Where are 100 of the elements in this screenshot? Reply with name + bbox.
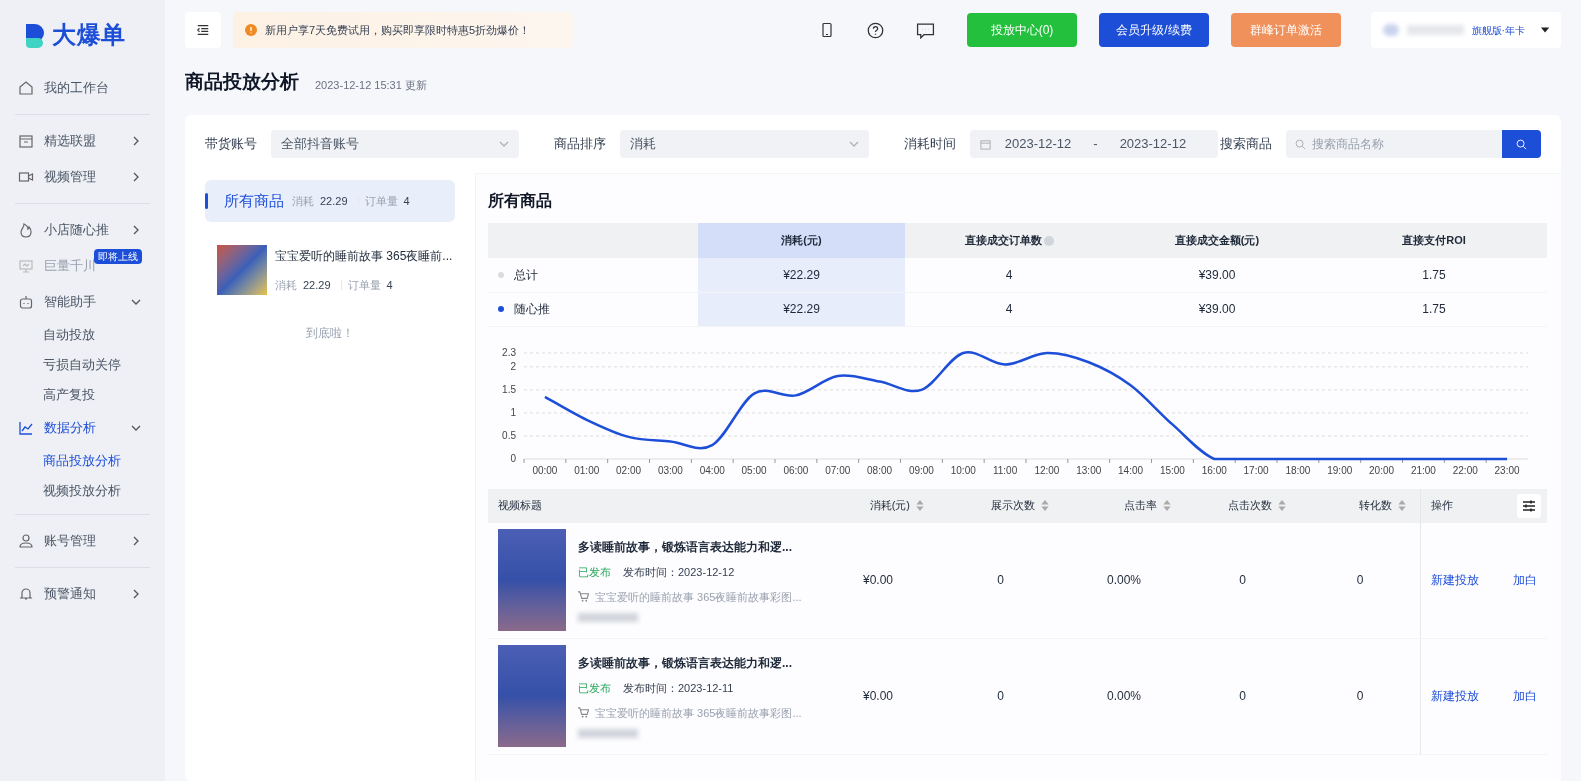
- caret-icon: [1540, 27, 1549, 33]
- video-title: 多读睡前故事，锻炼语言表达能力和逻...: [578, 655, 793, 672]
- date-range-field[interactable]: 2023-12-12 - 2023-12-12: [969, 130, 1219, 158]
- blurred-text: [578, 613, 638, 622]
- axis-tick-label: 1: [510, 406, 516, 418]
- product-title: 宝宝爱听的睡前故事 365夜睡前...: [275, 247, 453, 265]
- select-field[interactable]: 消耗: [620, 130, 869, 158]
- column-header: 展示次数: [991, 498, 1035, 514]
- stat-label: 订单量: [347, 277, 381, 293]
- phone-icon[interactable]: [819, 22, 835, 38]
- axis-tick-label: 03:00: [657, 464, 683, 476]
- action-link[interactable]: 新建投放: [1431, 687, 1479, 705]
- photo-placeholder: [217, 245, 267, 295]
- menu-item[interactable]: 视频管理: [0, 159, 165, 195]
- axis-tick-label: 1.5: [502, 383, 516, 395]
- submenu-item[interactable]: 自动投放: [0, 320, 165, 350]
- axis-tick-label: 18:00: [1285, 464, 1311, 476]
- stat-value: 4: [403, 193, 410, 209]
- search-field[interactable]: 搜索商品名称: [1286, 130, 1502, 158]
- axis-tick-label: 2.3: [502, 346, 516, 358]
- axis-tick-label: 17:00: [1243, 464, 1269, 476]
- menu-item[interactable]: 精选联盟: [0, 123, 165, 159]
- chevron-right-icon: [131, 136, 141, 146]
- help-icon[interactable]: [867, 21, 884, 39]
- menu-item[interactable]: 小店随心推: [0, 212, 165, 248]
- column-header: 视频标题: [498, 498, 542, 514]
- filter-label: 带货账号: [205, 135, 257, 154]
- axis-tick-label: 00:00: [532, 464, 558, 476]
- stat-value: 4: [386, 277, 393, 293]
- select-field[interactable]: 全部抖音账号: [271, 130, 520, 158]
- product-list-item[interactable]: 所有商品 消耗 22.29 订单量 4: [205, 180, 455, 222]
- status-text: 已发布: [578, 681, 611, 696]
- table-cell-text: 0: [1238, 688, 1247, 705]
- action-link[interactable]: 新建投放: [1431, 571, 1479, 589]
- column-header: 消耗(元): [869, 498, 910, 514]
- chat-icon[interactable]: [916, 21, 935, 39]
- menu-item[interactable]: 数据分析: [0, 410, 165, 446]
- header-button[interactable]: 会员升级/续费: [1099, 13, 1209, 47]
- end-of-list-text: 到底啦！: [305, 325, 355, 342]
- axis-tick-label: 04:00: [699, 464, 725, 476]
- table-cell: 1.75: [1321, 258, 1547, 292]
- flame-icon: [18, 222, 34, 238]
- home-icon: [18, 80, 34, 96]
- table-cell-text: ¥0.00: [862, 688, 894, 705]
- filter-label: 搜索商品: [1220, 135, 1272, 154]
- chevron-down-icon: [499, 139, 510, 149]
- axis-tick-label: 05:00: [741, 464, 767, 476]
- table-cell-text: 0: [996, 572, 1005, 589]
- row-label: 总计: [514, 266, 538, 284]
- product-name: 宝宝爱听的睡前故事 365夜睡前故事彩图...: [595, 589, 802, 605]
- axis-tick-label: 02:00: [616, 464, 642, 476]
- chevron-down-icon: [131, 297, 141, 307]
- menu-item[interactable]: 账号管理: [0, 523, 165, 559]
- submenu-item[interactable]: 视频投放分析: [0, 476, 165, 506]
- table-cell: 4: [905, 258, 1113, 292]
- chevron-right-icon: [131, 225, 141, 235]
- menu-item[interactable]: 智能助手: [0, 284, 165, 320]
- submenu-item[interactable]: 高产复投: [0, 380, 165, 410]
- notice-text: 新用户享7天免费试用，购买即享限时特惠5折劲爆价！: [265, 22, 531, 38]
- table-cell: ¥22.29: [698, 292, 905, 326]
- sidebar-toggle-button[interactable]: [185, 12, 221, 48]
- user-menu[interactable]: 旗舰版·年卡: [1371, 12, 1561, 48]
- axis-tick-label: 11:00: [992, 464, 1018, 476]
- table-cell: 1.75: [1321, 292, 1547, 326]
- axis-tick-label: 2: [510, 360, 516, 372]
- action-link[interactable]: 加白: [1513, 687, 1537, 705]
- chevron-right-icon: [131, 536, 141, 546]
- stat-value: 22.29: [303, 277, 331, 293]
- action-link[interactable]: 加白: [1513, 571, 1537, 589]
- submenu-item[interactable]: 商品投放分析: [0, 446, 165, 476]
- column-header: 直接成交订单数: [964, 234, 1042, 247]
- badge: 即将上线: [94, 249, 142, 264]
- column-header: 点击率: [1124, 498, 1157, 514]
- bell-icon: [18, 586, 34, 602]
- column-header: 直接支付ROI: [1402, 234, 1466, 247]
- search-button[interactable]: [1502, 130, 1541, 158]
- submenu-item[interactable]: 亏损自动关停: [0, 350, 165, 380]
- robot-icon: [18, 294, 34, 310]
- menu-item[interactable]: 预警通知: [0, 576, 165, 612]
- axis-tick-label: 20:00: [1369, 464, 1395, 476]
- column-header: 消耗(元): [781, 234, 822, 247]
- column-header: 转化数: [1359, 498, 1392, 514]
- blurred-avatar: [1383, 24, 1400, 36]
- settings-icon[interactable]: [1517, 493, 1541, 518]
- chevron-down-icon: [131, 423, 141, 433]
- menu-item[interactable]: 我的工作台: [0, 70, 165, 106]
- search-icon: [1295, 139, 1306, 150]
- axis-tick-label: 13:00: [1076, 464, 1102, 476]
- column-header: 操作: [1431, 498, 1453, 514]
- blurred-text: [1407, 25, 1464, 35]
- axis-tick-label: 12:00: [1034, 464, 1060, 476]
- axis-tick-label: 0.5: [502, 429, 516, 441]
- logo-text: 大爆单: [52, 20, 126, 50]
- user-icon: [18, 533, 34, 549]
- stat-label: 订单量: [364, 193, 398, 209]
- table-cell-text: ¥0.00: [862, 572, 894, 589]
- table-cell: 4: [905, 292, 1113, 326]
- stat-label: 消耗: [275, 277, 297, 293]
- axis-tick-label: 16:00: [1201, 464, 1227, 476]
- video-title: 多读睡前故事，锻炼语言表达能力和逻...: [578, 539, 793, 556]
